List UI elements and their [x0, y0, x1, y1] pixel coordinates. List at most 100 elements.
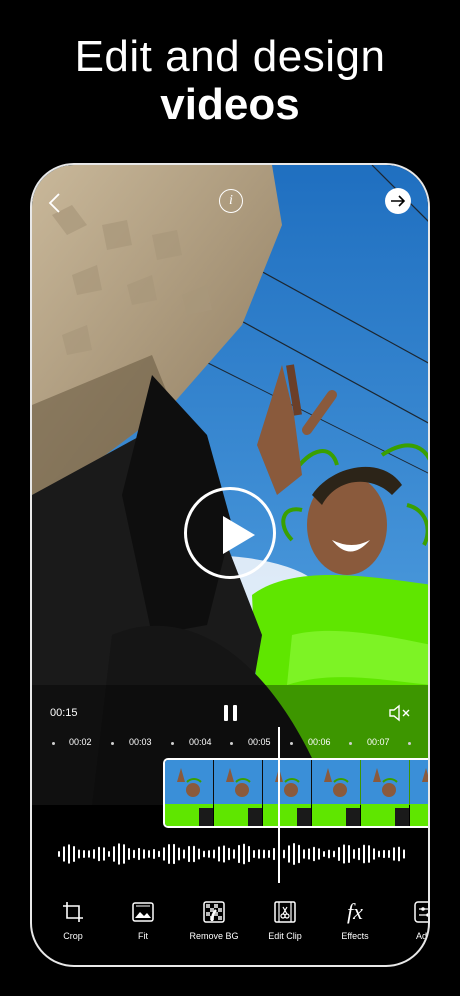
crop-button[interactable]: Crop	[38, 899, 108, 941]
timeline-mark: 00:03	[129, 737, 152, 747]
waveform-bar	[253, 849, 255, 859]
waveform-bar	[188, 845, 190, 863]
waveform-bar	[228, 847, 230, 861]
playhead[interactable]	[278, 727, 280, 883]
phone-frame: i 00:15 00:02 00:03 00:04 00:05 00:06 00…	[30, 163, 430, 967]
waveform-bar	[73, 845, 75, 863]
waveform-bar	[58, 851, 60, 857]
video-clip-track[interactable]	[163, 758, 428, 828]
waveform-bar	[368, 845, 370, 863]
audio-waveform[interactable]	[56, 841, 408, 867]
playback-controls: 00:15	[32, 699, 428, 727]
waveform-bar	[103, 847, 105, 861]
adjust-icon	[414, 901, 428, 923]
waveform-bar	[323, 850, 325, 858]
waveform-bar	[328, 849, 330, 859]
back-button[interactable]	[40, 189, 68, 217]
waveform-bar	[398, 846, 400, 862]
waveform-bar	[243, 843, 245, 865]
waveform-bar	[123, 844, 125, 864]
waveform-bar	[388, 849, 390, 859]
remove-bg-button[interactable]: Remove BG	[179, 899, 249, 941]
waveform-bar	[158, 850, 160, 858]
waveform-bar	[233, 849, 235, 859]
arrow-right-icon	[391, 195, 406, 207]
effects-icon: fx	[347, 899, 363, 924]
waveform-bar	[88, 850, 90, 858]
waveform-bar	[203, 850, 205, 858]
waveform-bar	[318, 848, 320, 860]
edit-clip-label: Edit Clip	[268, 931, 302, 941]
waveform-bar	[63, 846, 65, 862]
waveform-bar	[138, 847, 140, 861]
clip-thumbnail	[165, 760, 213, 826]
clip-thumbnail	[312, 760, 360, 826]
clip-thumbnail	[214, 760, 262, 826]
clip-thumbnail	[361, 760, 409, 826]
adjust-label: Adju	[415, 931, 429, 941]
edit-clip-icon	[274, 901, 296, 923]
waveform-bar	[238, 844, 240, 864]
waveform-bar	[223, 845, 225, 863]
crop-label: Crop	[63, 931, 83, 941]
fit-icon	[132, 902, 154, 922]
waveform-bar	[133, 849, 135, 859]
fit-label: Fit	[138, 931, 148, 941]
waveform-bar	[83, 849, 85, 859]
waveform-bar	[183, 849, 185, 859]
chevron-left-icon	[48, 193, 60, 213]
waveform-bar	[298, 844, 300, 864]
waveform-bar	[308, 848, 310, 860]
waveform-bar	[153, 848, 155, 860]
timeline-mark: 00:04	[189, 737, 212, 747]
waveform-bar	[163, 847, 165, 861]
waveform-bar	[128, 848, 130, 860]
waveform-bar	[193, 845, 195, 863]
play-button[interactable]	[184, 487, 276, 579]
editing-toolbar: Crop Fit Remove BG Edit Clip fx Effects …	[32, 899, 429, 951]
waveform-bar	[348, 845, 350, 863]
waveform-bar	[143, 849, 145, 859]
clip-thumbnail	[263, 760, 311, 826]
info-icon: i	[229, 193, 233, 208]
speaker-muted-icon	[389, 704, 410, 722]
timeline-mark: 00:02	[69, 737, 92, 747]
effects-button[interactable]: fx Effects	[320, 899, 390, 941]
waveform-bar	[303, 849, 305, 859]
waveform-bar	[178, 847, 180, 861]
waveform-bar	[358, 847, 360, 861]
crop-icon	[63, 902, 83, 922]
waveform-bar	[118, 843, 120, 865]
mute-button[interactable]	[388, 703, 414, 723]
waveform-bar	[93, 849, 95, 859]
fit-button[interactable]: Fit	[108, 899, 178, 941]
waveform-bar	[403, 849, 405, 859]
waveform-bar	[148, 850, 150, 858]
next-button[interactable]	[385, 188, 411, 214]
waveform-bar	[343, 844, 345, 864]
pause-icon	[224, 705, 228, 721]
waveform-bar	[98, 846, 100, 862]
waveform-bar	[313, 846, 315, 862]
timeline-mark: 00:05	[248, 737, 271, 747]
effects-label: Effects	[341, 931, 369, 941]
remove-bg-icon	[203, 901, 225, 923]
waveform-bar	[113, 846, 115, 862]
pause-button[interactable]	[224, 705, 238, 723]
waveform-bar	[263, 849, 265, 859]
waveform-bar	[108, 850, 110, 858]
headline: Edit and design videos	[0, 34, 460, 130]
adjust-button[interactable]: Adju	[390, 899, 429, 941]
remove-bg-label: Remove BG	[189, 931, 239, 941]
timeline-mark: 00:06	[308, 737, 331, 747]
waveform-bar	[338, 847, 340, 861]
waveform-bar	[378, 850, 380, 858]
waveform-bar	[258, 849, 260, 859]
waveform-bar	[268, 849, 270, 859]
current-time: 00:15	[50, 707, 78, 719]
info-button[interactable]: i	[219, 189, 243, 213]
play-icon	[223, 516, 255, 554]
edit-clip-button[interactable]: Edit Clip	[250, 899, 320, 941]
timeline-mark: 00:07	[367, 737, 390, 747]
waveform-bar	[383, 849, 385, 859]
